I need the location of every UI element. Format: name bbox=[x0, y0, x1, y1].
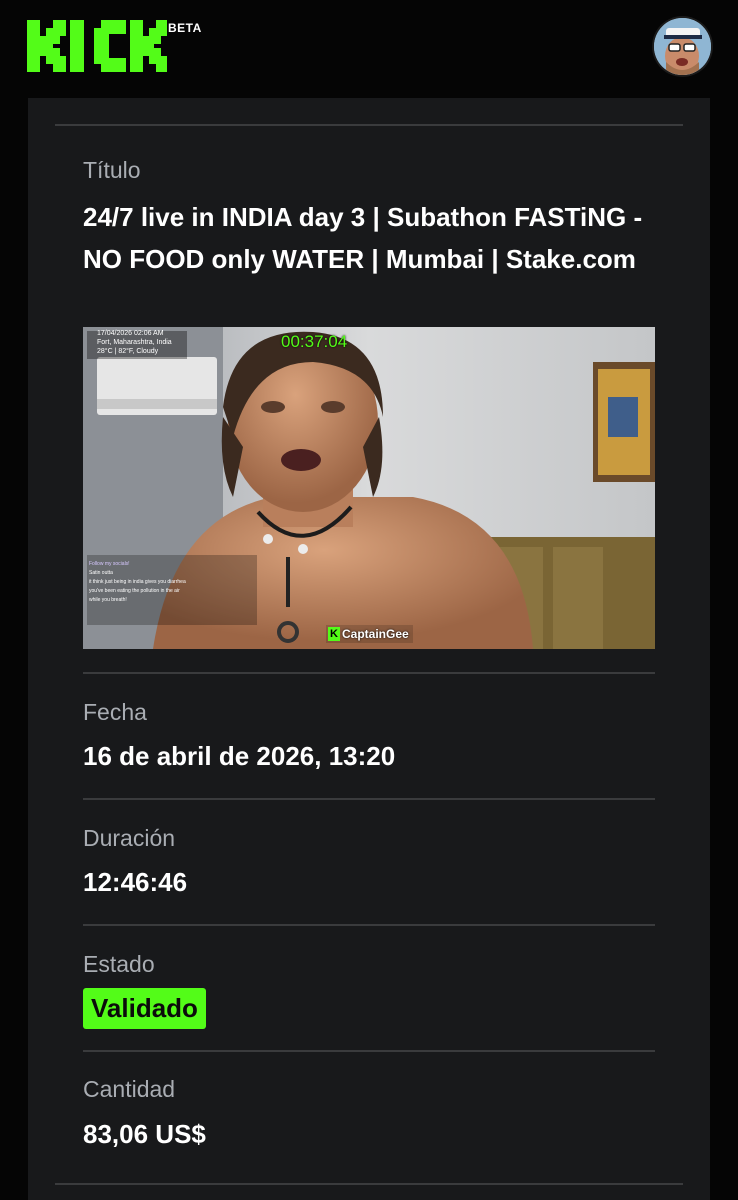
overlay-weather: 28°C | 82°F, Cloudy bbox=[97, 348, 159, 355]
chat-line: it think just being in india gives you d… bbox=[89, 579, 186, 585]
overlay-timer: 00:37:04 bbox=[281, 332, 348, 351]
date-value: 16 de abril de 2026, 13:20 bbox=[83, 741, 396, 771]
kick-logo[interactable] bbox=[27, 20, 167, 72]
divider bbox=[83, 924, 655, 926]
status-label: Estado bbox=[83, 951, 155, 977]
user-avatar[interactable] bbox=[654, 18, 711, 75]
divider bbox=[55, 124, 683, 126]
title-value: 24/7 live in INDIA day 3 | Subathon FAST… bbox=[83, 202, 643, 274]
watermark-text: CaptainGee bbox=[342, 627, 409, 641]
kick-mini-icon: K bbox=[328, 627, 340, 641]
title-label: Título bbox=[83, 157, 141, 183]
avatar-icon bbox=[654, 18, 711, 75]
overlay-datetime: 17/04/2026 02:06 AM bbox=[97, 330, 164, 337]
amount-value: 83,06 US$ bbox=[83, 1119, 206, 1149]
beta-label: BETA bbox=[168, 21, 202, 35]
status-badge: Validado bbox=[83, 988, 206, 1029]
stream-thumbnail[interactable]: 17/04/2026 02:06 AM Fort, Maharashtra, I… bbox=[83, 327, 655, 649]
date-label: Fecha bbox=[83, 699, 147, 725]
chat-line: Follow my socials! bbox=[89, 561, 130, 567]
divider bbox=[55, 1183, 683, 1185]
duration-value: 12:46:46 bbox=[83, 867, 188, 897]
chat-line: Satin outta bbox=[89, 570, 113, 576]
overlay-watermark: K CaptainGee bbox=[326, 625, 413, 643]
chat-line: you've been eating the pollution in the … bbox=[89, 588, 180, 594]
top-bar: BETA bbox=[0, 0, 738, 98]
divider bbox=[83, 798, 655, 800]
chat-line: while you breath! bbox=[89, 597, 127, 603]
duration-label: Duración bbox=[83, 825, 176, 851]
divider bbox=[83, 1050, 655, 1052]
overlay-chat: Follow my socials! Satin outta it think … bbox=[89, 560, 259, 605]
amount-label: Cantidad bbox=[83, 1076, 176, 1102]
overlay-location: Fort, Maharashtra, India bbox=[97, 339, 172, 346]
divider bbox=[83, 672, 655, 674]
